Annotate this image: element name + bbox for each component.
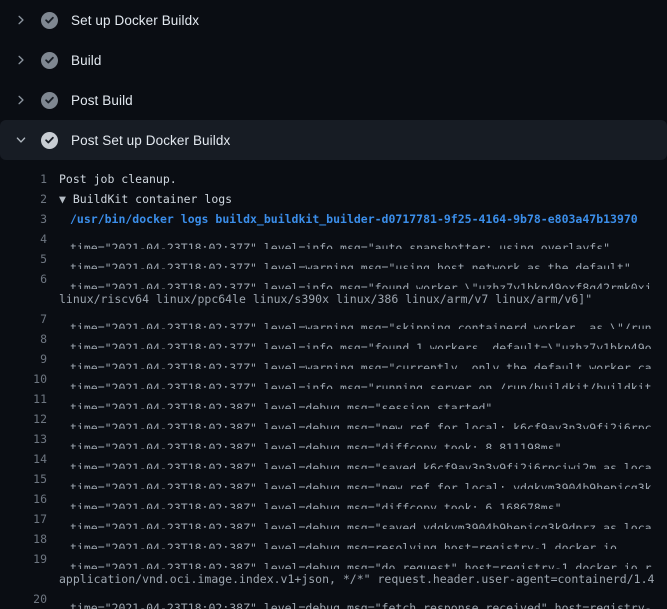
log-line: 8 time="2021-04-23T18:02:37Z" level=info … [0, 329, 667, 349]
chevron-right-icon [14, 53, 28, 67]
log-line: 2 ▼ BuildKit container logs [0, 189, 667, 209]
line-number[interactable]: 15 [0, 469, 47, 489]
step-label: Post Set up Docker Buildx [71, 133, 230, 148]
log-line: 10 time="2021-04-23T18:02:37Z" level=info… [0, 369, 667, 389]
log-line: 7 time="2021-04-23T18:02:37Z" level=warni… [0, 309, 667, 329]
chevron-right-icon [14, 93, 28, 107]
log-lines: 1 Post job cleanup. 2 ▼ BuildKit container … [0, 160, 667, 609]
log-line: linux/riscv64 linux/ppc64le linux/s390x … [0, 289, 667, 309]
line-number[interactable]: 7 [0, 309, 47, 329]
chevron-down-icon [14, 133, 28, 147]
log-line: 9 time="2021-04-23T18:02:37Z" level=warni… [0, 349, 667, 369]
line-number[interactable]: 5 [0, 249, 47, 269]
step-row-post-build[interactable]: Post Build [0, 80, 667, 120]
step-row-build[interactable]: Build [0, 40, 667, 80]
log-text: Post job cleanup. [59, 169, 177, 189]
check-circle-icon [40, 51, 58, 69]
log-line: 3/usr/bin/docker logs buildx_buildkit_bu… [0, 209, 667, 229]
log-text: time="2021-04-23T18:02:37Z" level=warnin… [70, 249, 667, 269]
step-label: Build [71, 53, 102, 68]
log-line: 4 time="2021-04-23T18:02:37Z" level=info … [0, 229, 667, 249]
log-text: time="2021-04-23T18:02:37Z" level=info m… [70, 269, 667, 289]
check-circle-icon [40, 91, 58, 109]
log-text: time="2021-04-23T18:02:37Z" level=info m… [70, 229, 667, 249]
log-line: 19 time="2021-04-23T18:02:38Z" level=debu… [0, 549, 667, 569]
log-text: time="2021-04-23T18:02:38Z" level=debug … [70, 409, 667, 429]
job-steps-list: Set up Docker Buildx Build Post Build Po… [0, 0, 667, 160]
line-number[interactable]: 3 [0, 209, 47, 229]
step-label: Post Build [71, 93, 133, 108]
step-label: Set up Docker Buildx [71, 13, 199, 28]
log-line: 6 time="2021-04-23T18:02:37Z" level=info … [0, 269, 667, 289]
line-number [0, 289, 47, 309]
line-number[interactable]: 8 [0, 329, 47, 349]
log-line: 12 time="2021-04-23T18:02:38Z" level=debu… [0, 409, 667, 429]
line-number[interactable]: 13 [0, 429, 47, 449]
line-number[interactable]: 6 [0, 269, 47, 289]
log-text: time="2021-04-23T18:02:37Z" level=warnin… [70, 349, 667, 369]
chevron-right-icon [14, 13, 28, 27]
log-text: time="2021-04-23T18:02:37Z" level=warnin… [70, 309, 667, 329]
log-text: time="2021-04-23T18:02:38Z" level=debug … [70, 389, 667, 409]
log-line: 1 Post job cleanup. [0, 169, 667, 189]
check-circle-icon [40, 131, 58, 149]
log-text: time="2021-04-23T18:02:38Z" level=debug … [70, 589, 667, 609]
line-number[interactable]: 9 [0, 349, 47, 369]
log-line: 15 time="2021-04-23T18:02:38Z" level=debu… [0, 469, 667, 489]
log-text: linux/riscv64 linux/ppc64le linux/s390x … [59, 289, 592, 309]
line-number[interactable]: 17 [0, 509, 47, 529]
log-text: time="2021-04-23T18:02:38Z" level=debug … [70, 549, 667, 569]
line-number[interactable]: 1 [0, 169, 47, 189]
log-text: time="2021-04-23T18:02:38Z" level=debug … [70, 449, 667, 469]
line-number[interactable]: 20 [0, 589, 47, 609]
line-number[interactable]: 14 [0, 449, 47, 469]
log-line: 18 time="2021-04-23T18:02:38Z" level=debu… [0, 529, 667, 549]
log-line: 13 time="2021-04-23T18:02:38Z" level=debu… [0, 429, 667, 449]
log-text: time="2021-04-23T18:02:38Z" level=debug … [70, 469, 667, 489]
check-circle-icon [40, 11, 58, 29]
log-line: application/vnd.oci.image.index.v1+json,… [0, 569, 667, 589]
line-number[interactable]: 19 [0, 549, 47, 569]
line-number[interactable]: 12 [0, 409, 47, 429]
log-text: application/vnd.oci.image.index.v1+json,… [59, 569, 654, 589]
line-number[interactable]: 10 [0, 369, 47, 389]
group-header-text[interactable]: ▼ BuildKit container logs [59, 189, 232, 209]
line-number[interactable]: 18 [0, 529, 47, 549]
line-number[interactable]: 4 [0, 229, 47, 249]
log-text: time="2021-04-23T18:02:38Z" level=debug … [70, 489, 667, 509]
group-title: BuildKit container logs [73, 192, 232, 206]
step-row-set-up-docker-buildx[interactable]: Set up Docker Buildx [0, 0, 667, 40]
log-line: 11 time="2021-04-23T18:02:38Z" level=debu… [0, 389, 667, 409]
log-text: time="2021-04-23T18:02:37Z" level=info m… [70, 369, 667, 389]
line-number[interactable]: 11 [0, 389, 47, 409]
step-row-post-set-up-docker-buildx[interactable]: Post Set up Docker Buildx [0, 120, 667, 160]
group-collapse-triangle-icon: ▼ [59, 192, 73, 206]
line-number[interactable]: 16 [0, 489, 47, 509]
log-text: time="2021-04-23T18:02:37Z" level=info m… [70, 329, 667, 349]
log-line: 14 time="2021-04-23T18:02:38Z" level=debu… [0, 449, 667, 469]
log-text: time="2021-04-23T18:02:38Z" level=debug … [70, 429, 667, 449]
command-text: /usr/bin/docker logs buildx_buildkit_bui… [70, 209, 638, 229]
log-text: time="2021-04-23T18:02:38Z" level=debug … [70, 509, 667, 529]
line-number[interactable]: 2 [0, 189, 47, 209]
log-line: 17 time="2021-04-23T18:02:38Z" level=debu… [0, 509, 667, 529]
log-text: time="2021-04-23T18:02:38Z" level=debug … [70, 529, 667, 549]
log-line: 16 time="2021-04-23T18:02:38Z" level=debu… [0, 489, 667, 509]
line-number [0, 569, 47, 589]
log-line: 5 time="2021-04-23T18:02:37Z" level=warni… [0, 249, 667, 269]
log-line: 20 time="2021-04-23T18:02:38Z" level=debu… [0, 589, 667, 609]
